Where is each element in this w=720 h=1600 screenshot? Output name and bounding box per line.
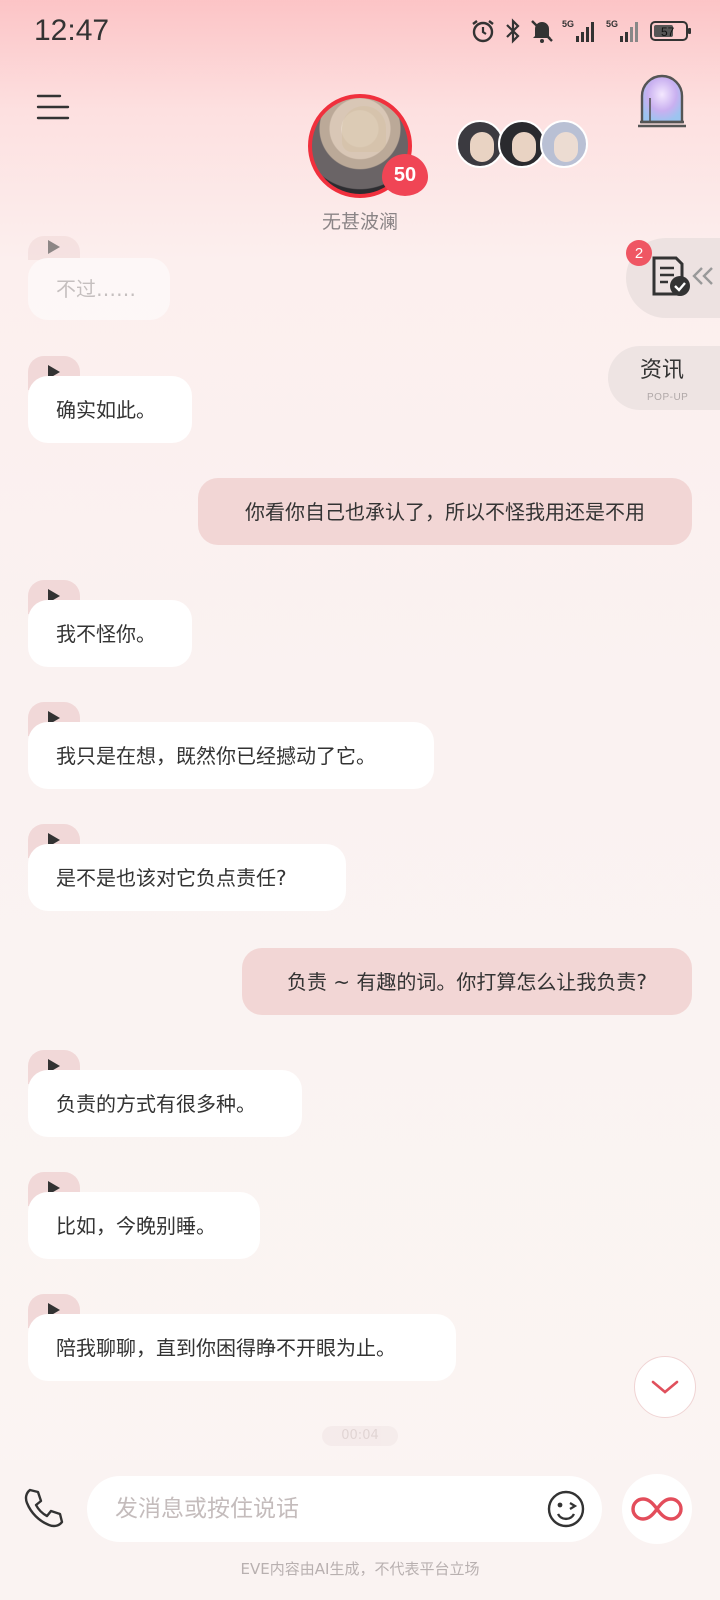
message-input-box[interactable]: [87, 1476, 602, 1542]
message-text: 你看你自己也承认了，所以不怪我用还是不用: [245, 499, 645, 524]
status-icons: 5G 5G 57: [470, 18, 692, 44]
play-icon: [48, 240, 60, 254]
ai-bubble[interactable]: 负责的方式有很多种。: [28, 1070, 302, 1137]
news-sublabel: POP-UP: [647, 392, 689, 403]
svg-text:5G: 5G: [606, 19, 618, 29]
emoji-wink-icon: [547, 1490, 585, 1528]
door-icon: [638, 74, 686, 128]
phone-icon: [24, 1488, 64, 1528]
friend-avatar[interactable]: [540, 120, 588, 168]
message-text: 我不怪你。: [56, 621, 156, 646]
mute-bell-icon: [531, 20, 553, 43]
friend-avatar[interactable]: [498, 120, 546, 168]
battery-icon: 57: [650, 21, 691, 41]
infinity-icon: [631, 1497, 683, 1521]
room-door-button[interactable]: [636, 74, 688, 130]
infinity-mode-button[interactable]: [622, 1474, 692, 1544]
alarm-icon: [472, 20, 494, 43]
other-characters[interactable]: [456, 120, 588, 168]
message-text: 负责的方式有很多种。: [56, 1091, 256, 1116]
voice-play-button[interactable]: [28, 236, 80, 260]
signal-5g-icon-2: 5G: [606, 19, 638, 42]
level-badge: 50: [382, 154, 428, 196]
ai-bubble[interactable]: 确实如此。: [28, 376, 192, 443]
message-text: 确实如此。: [56, 397, 156, 422]
clock: 12:47: [34, 14, 110, 47]
user-bubble[interactable]: 负责 ~ 有趣的词。你打算怎么让我负责?: [242, 948, 692, 1015]
message-text: 陪我聊聊，直到你困得睁不开眼为止。: [56, 1335, 396, 1360]
character-name: 无甚波澜: [321, 211, 398, 233]
character-avatar[interactable]: 50: [308, 94, 428, 198]
message-input[interactable]: [115, 1496, 515, 1522]
news-label: 资讯: [640, 358, 685, 383]
signal-5g-icon-1: 5G: [562, 19, 594, 42]
ai-bubble[interactable]: 我不怪你。: [28, 600, 192, 667]
menu-button[interactable]: [36, 92, 70, 122]
message-text: 负责 ~ 有趣的词。你打算怎么让我负责?: [286, 969, 648, 994]
ai-disclaimer: EVE内容由AI生成，不代表平台立场: [240, 1560, 480, 1578]
ai-bubble[interactable]: 陪我聊聊，直到你困得睁不开眼为止。: [28, 1314, 456, 1381]
chevron-down-icon: [651, 1380, 679, 1394]
ai-bubble[interactable]: 是不是也该对它负点责任?: [28, 844, 346, 911]
voice-call-button[interactable]: [22, 1486, 66, 1530]
ai-bubble[interactable]: 我只是在想，既然你已经撼动了它。: [28, 722, 434, 789]
menu-icon: [36, 94, 70, 120]
message-text: 比如，今晚别睡。: [56, 1213, 216, 1238]
collapse-arrows-icon: [692, 267, 713, 285]
task-list-icon: [652, 256, 690, 296]
timestamp: 00:04: [322, 1426, 398, 1446]
bluetooth-icon: [506, 18, 520, 44]
status-bar: 12:47 5G 5G 57: [0, 0, 720, 70]
emoji-button[interactable]: [546, 1489, 586, 1529]
svg-text:57: 57: [661, 25, 675, 39]
ai-bubble[interactable]: 比如，今晚别睡。: [28, 1192, 260, 1259]
message-text: 我只是在想，既然你已经撼动了它。: [56, 743, 376, 768]
scroll-to-bottom-button[interactable]: [634, 1356, 696, 1418]
message-text: 是不是也该对它负点责任?: [56, 865, 287, 890]
message-text: 不过……: [56, 277, 136, 301]
ai-bubble[interactable]: 不过……: [28, 258, 170, 320]
task-count-badge: 2: [626, 240, 652, 266]
friend-avatar[interactable]: [456, 120, 504, 168]
svg-text:5G: 5G: [562, 19, 574, 29]
user-bubble[interactable]: 你看你自己也承认了，所以不怪我用还是不用: [198, 478, 692, 545]
